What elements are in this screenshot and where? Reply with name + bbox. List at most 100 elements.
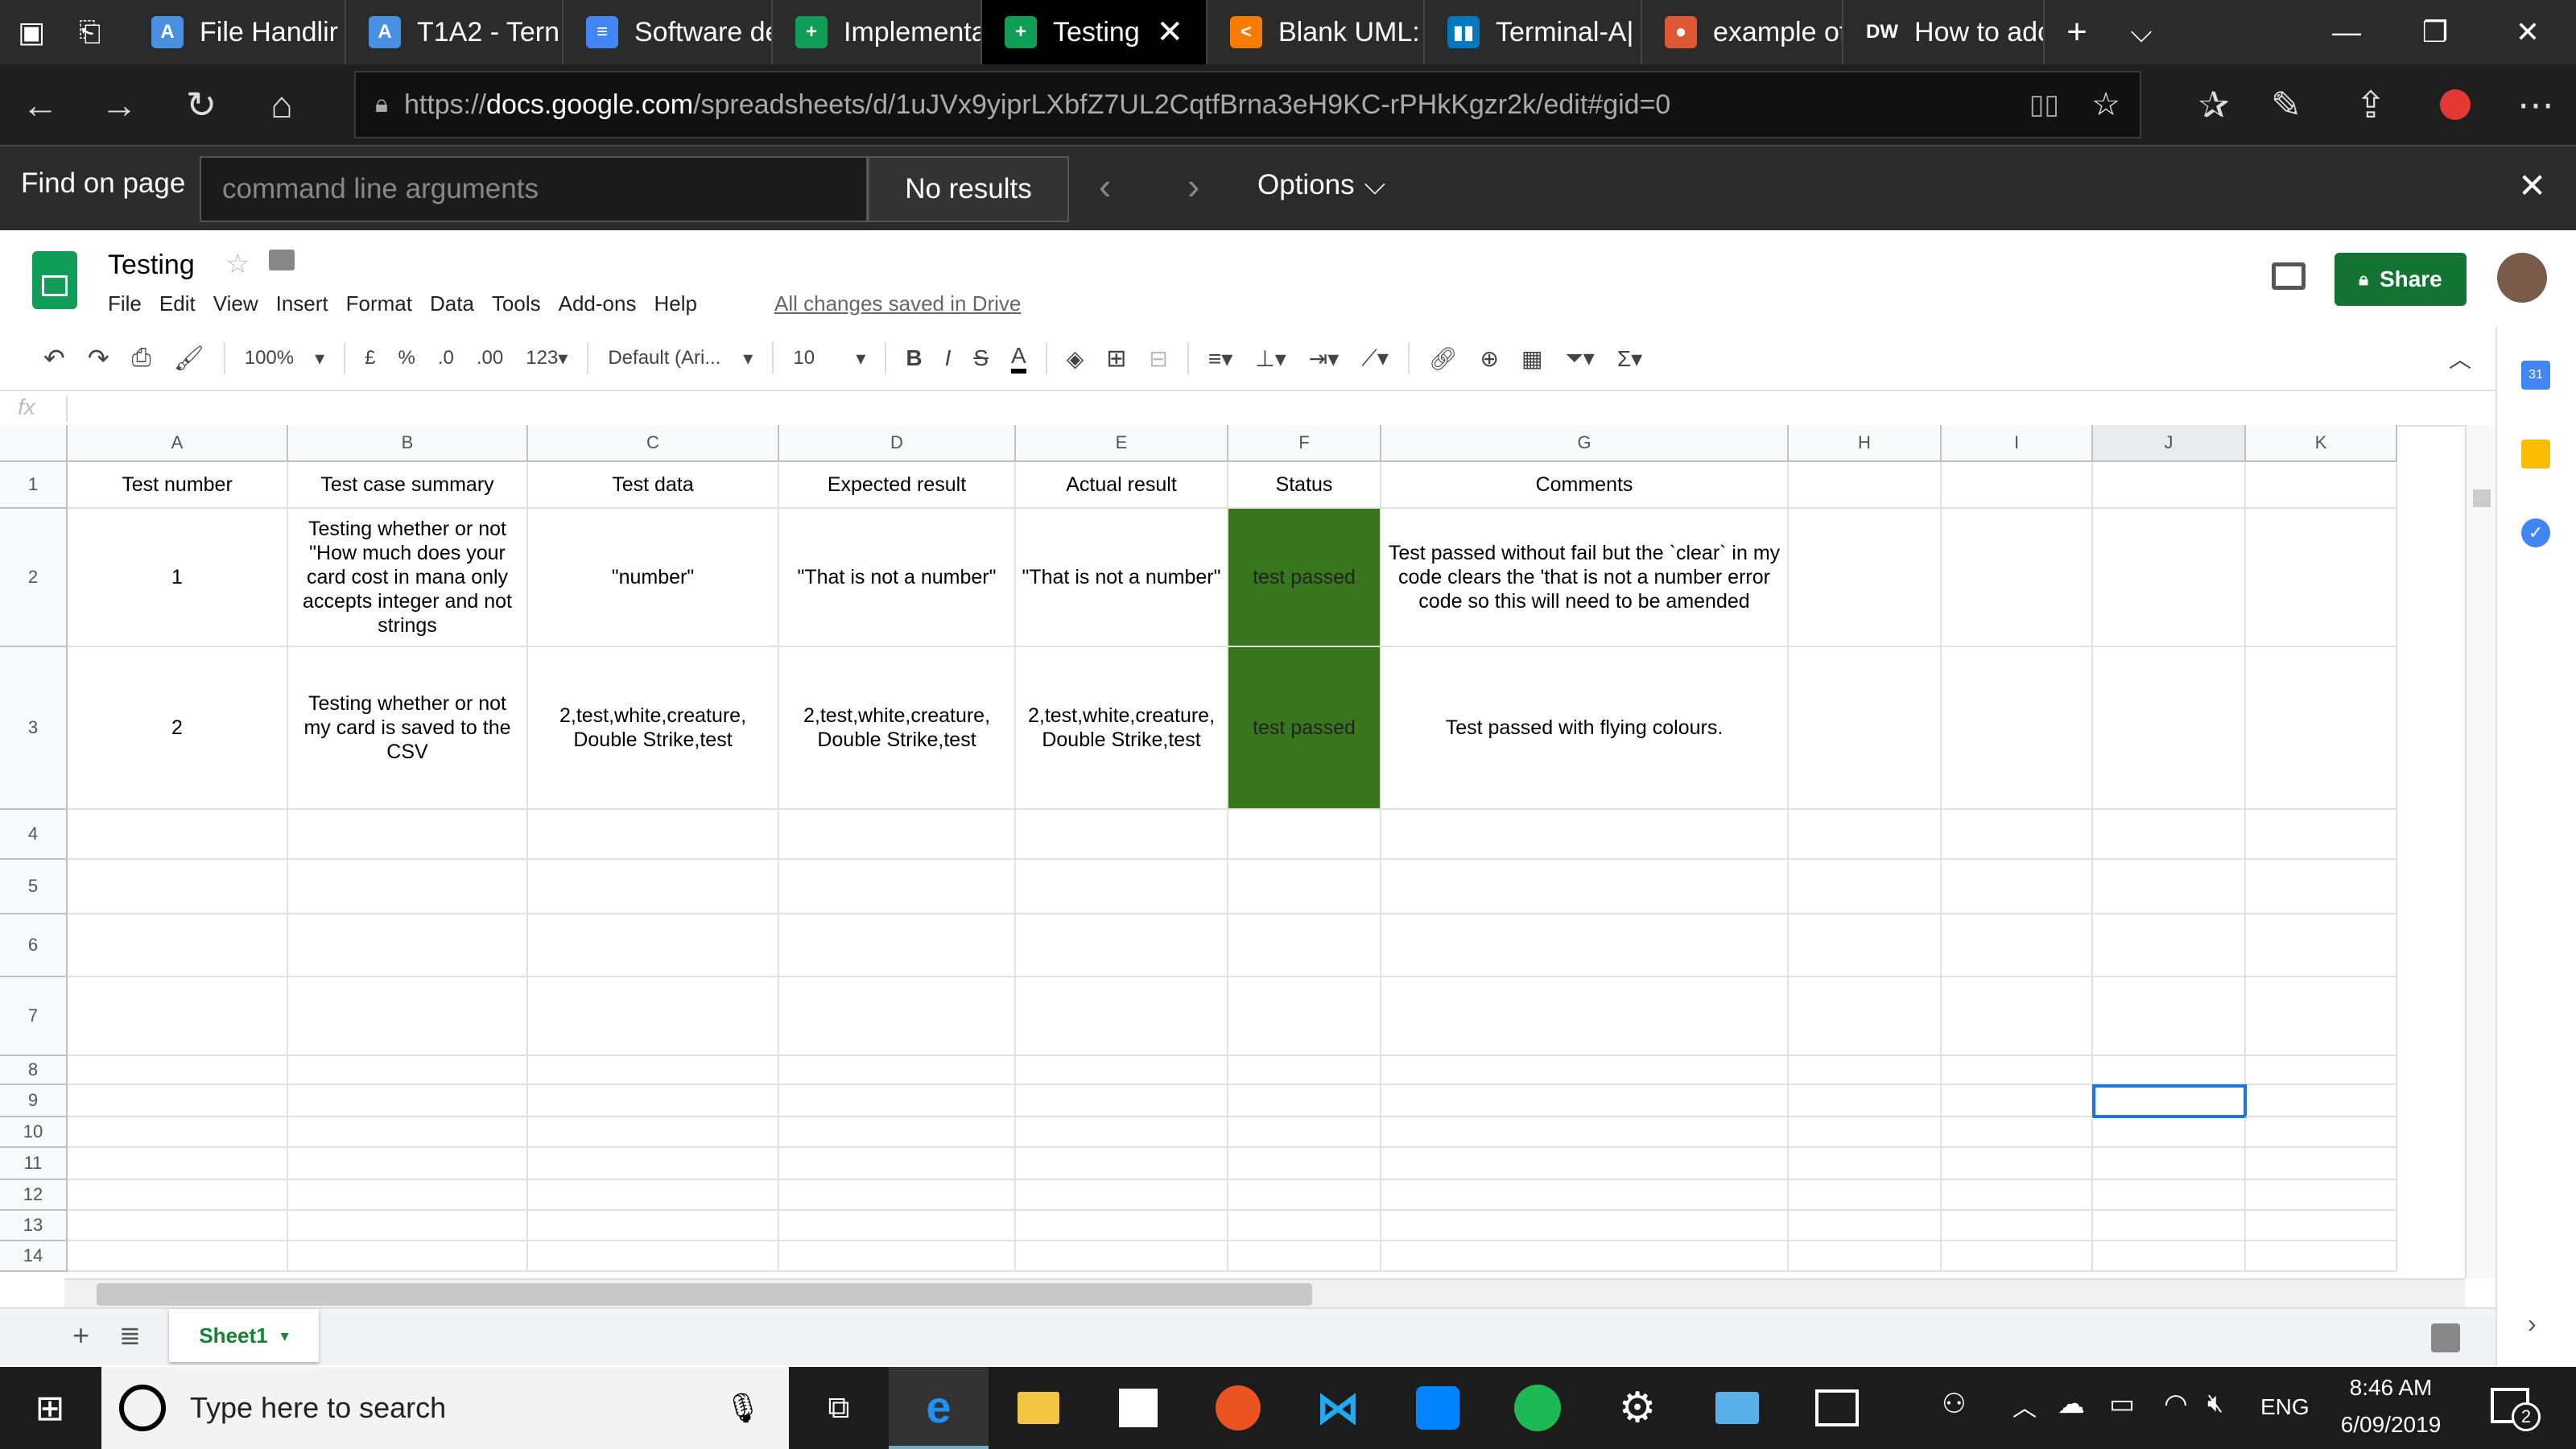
cell-c10[interactable] (528, 1117, 779, 1148)
find-options-button[interactable]: Options ⌵ (1257, 169, 1385, 201)
avatar[interactable] (2497, 253, 2547, 303)
cell-i10[interactable] (1942, 1117, 2093, 1148)
row-header[interactable]: 13 (0, 1211, 68, 1241)
cell-g10[interactable] (1381, 1117, 1789, 1148)
minimize-icon[interactable]: — (2302, 0, 2391, 64)
cell-f4[interactable] (1228, 810, 1381, 860)
all-sheets-icon[interactable]: ≣ (119, 1320, 141, 1351)
cell-e11[interactable] (1016, 1148, 1228, 1180)
insert-chart-icon[interactable]: ▦ (1521, 345, 1542, 372)
cell-h4[interactable] (1789, 810, 1942, 860)
cell-a5[interactable] (68, 860, 288, 914)
cell-a1[interactable]: Test number (68, 462, 288, 509)
show-hidden-icons-chevron-icon[interactable]: ︿ (2013, 1388, 2037, 1423)
cell-g9[interactable] (1381, 1085, 1789, 1117)
cell-h9[interactable] (1789, 1085, 1942, 1117)
row-header[interactable]: 2 (0, 509, 68, 647)
cell-b8[interactable] (288, 1056, 528, 1085)
cell-j2[interactable] (2093, 509, 2246, 647)
comments-icon[interactable] (2272, 262, 2306, 290)
cell-g6[interactable] (1381, 914, 1789, 977)
cell-h10[interactable] (1789, 1117, 1942, 1148)
cell-d1[interactable]: Expected result (779, 462, 1016, 509)
browser-tab[interactable]: ≡ Software de (564, 0, 773, 64)
cell-k8[interactable] (2246, 1056, 2397, 1085)
cell-i6[interactable] (1942, 914, 2093, 977)
cell-e10[interactable] (1016, 1117, 1228, 1148)
cell-d13[interactable] (779, 1211, 1016, 1241)
cell-d11[interactable] (779, 1148, 1016, 1180)
cell-a12[interactable] (68, 1180, 288, 1211)
browser-tab[interactable]: ● example of (1642, 0, 1843, 64)
cell-d14[interactable] (779, 1241, 1016, 1272)
row-header[interactable]: 5 (0, 860, 68, 914)
row-header[interactable]: 1 (0, 462, 68, 509)
cell-i11[interactable] (1942, 1148, 2093, 1180)
clock-time[interactable]: 8:46 AM (2334, 1375, 2447, 1401)
reading-view-icon[interactable]: ▯▯ (2029, 89, 2059, 121)
column-header[interactable]: J (2093, 425, 2246, 462)
cell-e1[interactable]: Actual result (1016, 462, 1228, 509)
italic-icon[interactable]: I (945, 345, 952, 371)
cell-j5[interactable] (2093, 860, 2246, 914)
row-header[interactable]: 7 (0, 977, 68, 1056)
cell-b10[interactable] (288, 1117, 528, 1148)
cell-i3[interactable] (1942, 647, 2093, 810)
insert-comment-icon[interactable]: ⊕ (1480, 345, 1498, 372)
volume-muted-icon[interactable]: 🔇︎ (2207, 1388, 2223, 1418)
onedrive-cloud-icon[interactable]: ☁ (2058, 1388, 2085, 1420)
cell-d3[interactable]: 2,test,white,creature, Double Strike,tes… (779, 647, 1016, 810)
cell-k10[interactable] (2246, 1117, 2397, 1148)
cell-e5[interactable] (1016, 860, 1228, 914)
cell-j14[interactable] (2093, 1241, 2246, 1272)
cell-f13[interactable] (1228, 1211, 1381, 1241)
cell-k2[interactable] (2246, 509, 2397, 647)
browser-tab[interactable]: < Blank UML: (1208, 0, 1425, 64)
browser-tab[interactable]: DW How to adc (1843, 0, 2045, 64)
selected-cell-j9[interactable] (2092, 1084, 2247, 1118)
cell-i12[interactable] (1942, 1180, 2093, 1211)
cell-a9[interactable] (68, 1085, 288, 1117)
cell-k9[interactable] (2246, 1085, 2397, 1117)
add-sheet-icon[interactable]: + (72, 1319, 89, 1352)
column-header[interactable]: I (1942, 425, 2093, 462)
cell-h3[interactable] (1789, 647, 1942, 810)
cell-g11[interactable] (1381, 1148, 1789, 1180)
text-rotation-icon[interactable]: ⟋▾ (1361, 345, 1389, 372)
print-icon[interactable]: ⎙ (132, 345, 151, 372)
cell-k5[interactable] (2246, 860, 2397, 914)
cell-k11[interactable] (2246, 1148, 2397, 1180)
cell-f12[interactable] (1228, 1180, 1381, 1211)
photos-icon[interactable] (1787, 1367, 1887, 1449)
cell-e2[interactable]: "That is not a number" (1016, 509, 1228, 647)
formula-bar[interactable]: fx (0, 391, 2496, 427)
cell-b11[interactable] (288, 1148, 528, 1180)
vertical-align-icon[interactable]: ⊥▾ (1255, 345, 1286, 372)
cell-h11[interactable] (1789, 1148, 1942, 1180)
cell-k6[interactable] (2246, 914, 2397, 977)
taskbar-search-input[interactable]: Type here to search 🎙︎ (101, 1367, 789, 1449)
browser-tab[interactable]: + Testing ✕ (982, 0, 1208, 64)
home-icon[interactable]: ⌂ (250, 64, 314, 145)
save-status[interactable]: All changes saved in Drive (774, 291, 1021, 316)
cell-d5[interactable] (779, 860, 1016, 914)
close-tab-icon[interactable]: ✕ (1156, 14, 1183, 51)
text-wrap-icon[interactable]: ⇥▾ (1309, 345, 1340, 372)
tasks-icon[interactable]: ✓ (2521, 518, 2550, 547)
menu-add-ons[interactable]: Add-ons (559, 291, 637, 316)
cell-g14[interactable] (1381, 1241, 1789, 1272)
cell-c3[interactable]: 2,test,white,creature, Double Strike,tes… (528, 647, 779, 810)
cell-k7[interactable] (2246, 977, 2397, 1056)
back-icon[interactable]: ← (8, 64, 72, 145)
cell-j7[interactable] (2093, 977, 2246, 1056)
cell-c5[interactable] (528, 860, 779, 914)
cell-c8[interactable] (528, 1056, 779, 1085)
control-panel-icon[interactable] (1687, 1367, 1787, 1449)
font-select[interactable]: Default (Ari... ▾ (608, 347, 753, 370)
fill-color-icon[interactable]: ◈ (1067, 345, 1084, 372)
cell-f11[interactable] (1228, 1148, 1381, 1180)
cell-j11[interactable] (2093, 1148, 2246, 1180)
menu-edit[interactable]: Edit (159, 291, 196, 316)
cell-d7[interactable] (779, 977, 1016, 1056)
action-center-icon[interactable]: 2 (2491, 1388, 2541, 1431)
